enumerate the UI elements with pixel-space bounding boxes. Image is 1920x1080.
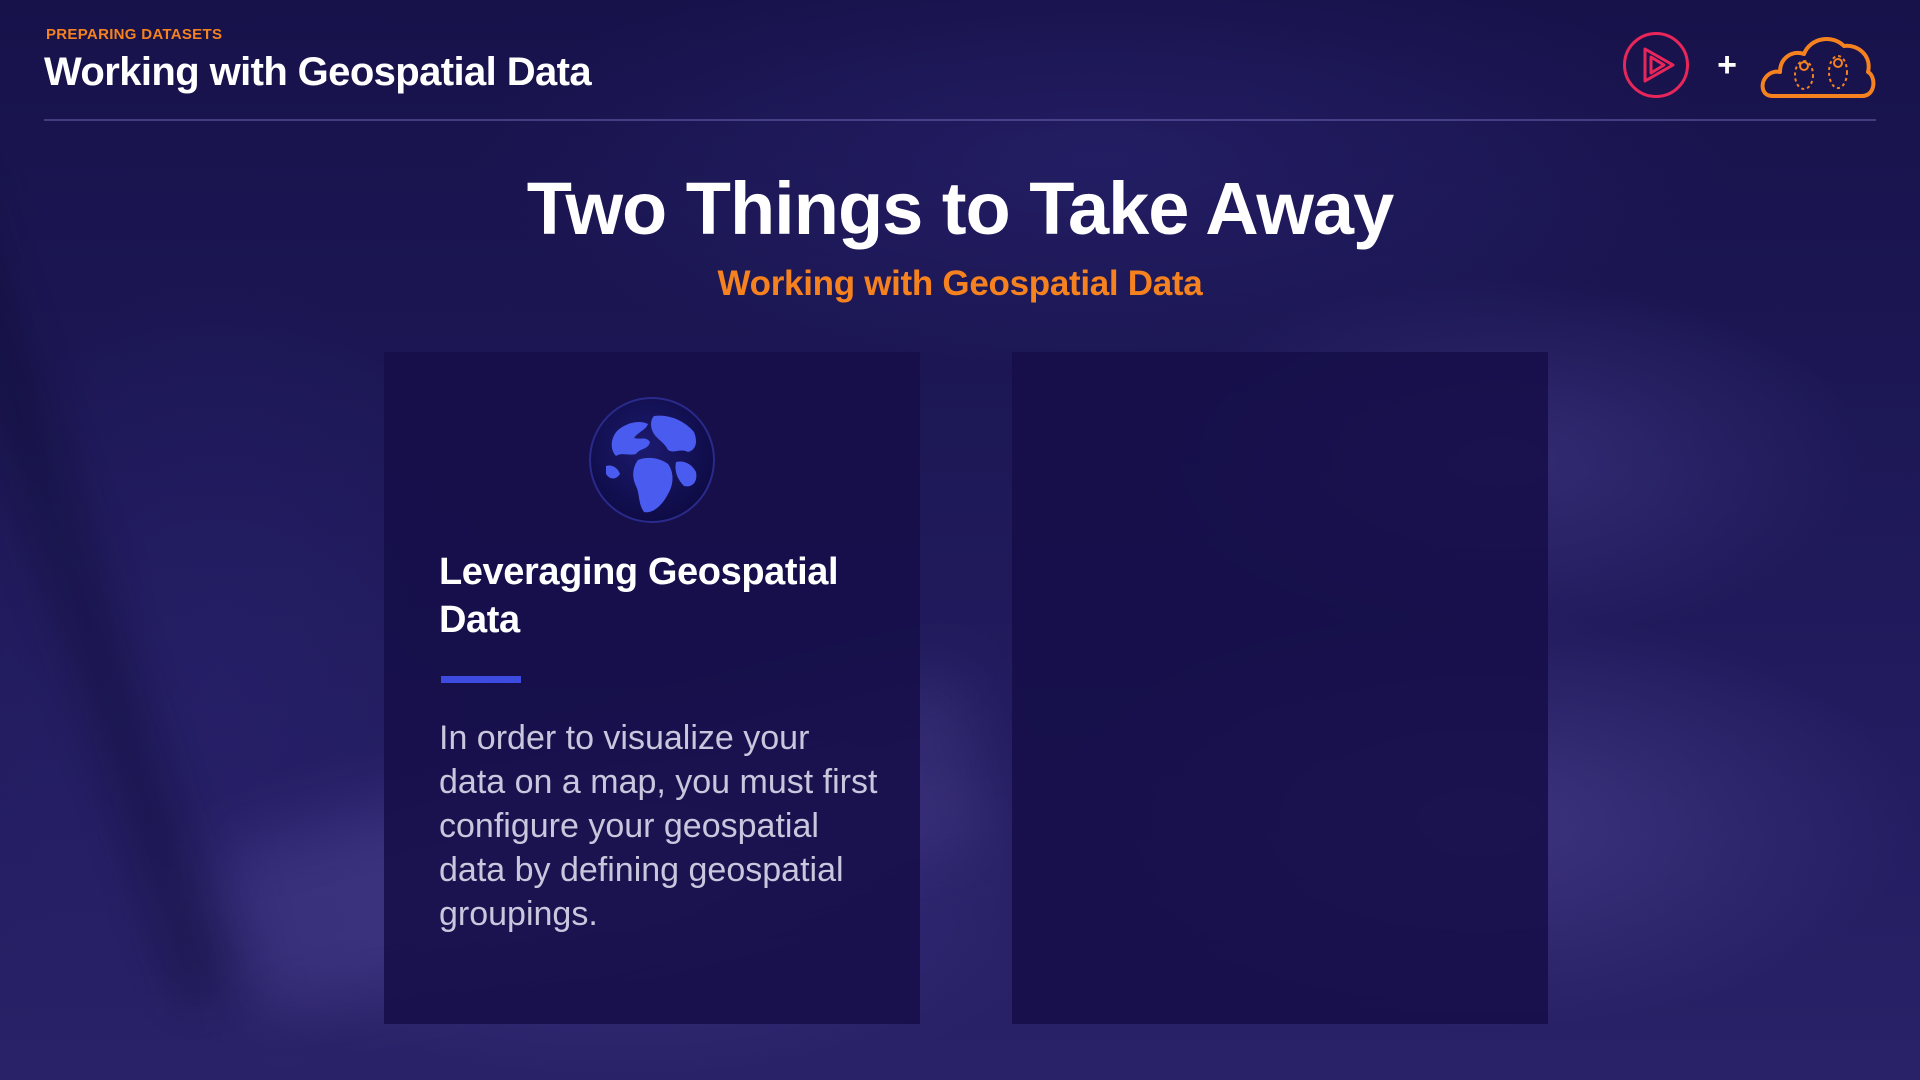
header-title: Working with Geospatial Data	[44, 50, 592, 94]
card-heading: Leveraging Geospatial Data	[439, 551, 839, 641]
header-divider	[44, 119, 1876, 121]
cloud-logo-icon	[1760, 37, 1876, 98]
slide-subtitle: Working with Geospatial Data	[717, 264, 1203, 303]
play-logo-icon	[1623, 32, 1689, 98]
slide-title: Two Things to Take Away	[526, 167, 1394, 250]
logo-plus-separator: +	[1717, 46, 1737, 84]
takeaway-card-1: Leveraging Geospatial Data In order to v…	[384, 352, 920, 1024]
globe-icon	[589, 397, 715, 523]
takeaway-card-2	[1012, 352, 1548, 1024]
card-accent-bar	[441, 676, 521, 683]
header-eyebrow: PREPARING DATASETS	[46, 26, 223, 43]
card-body-text: In order to visualize your data on a map…	[439, 719, 878, 933]
